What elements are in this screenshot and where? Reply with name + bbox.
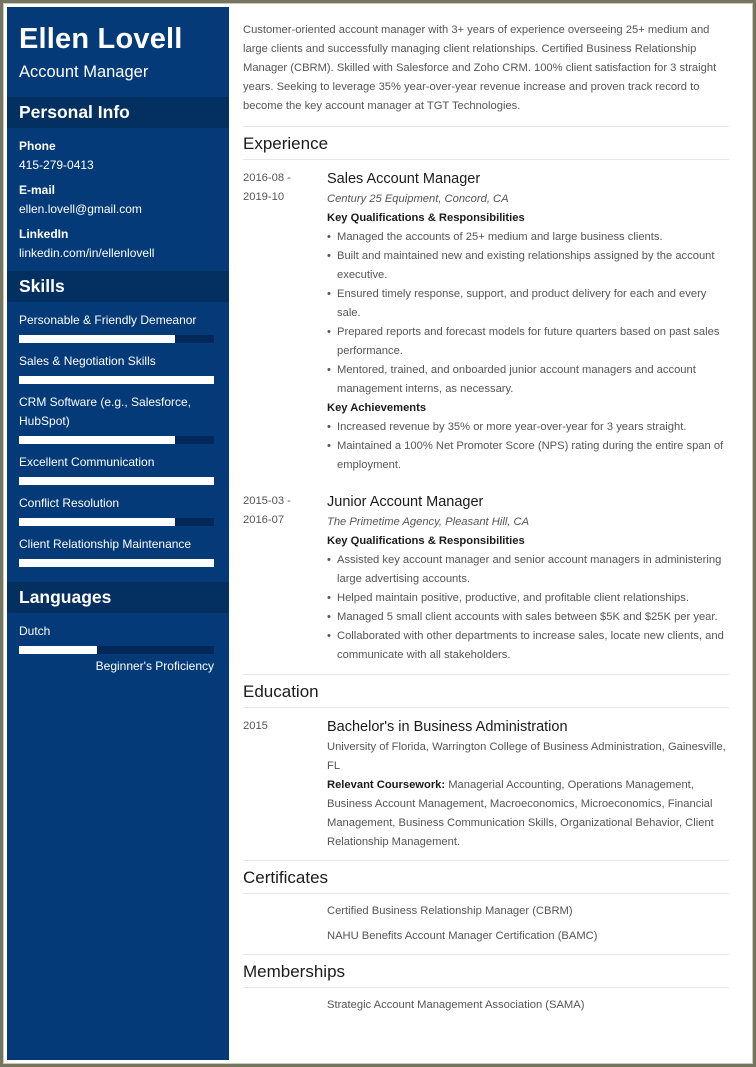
skill-item: Conflict Resolution xyxy=(19,494,217,526)
skill-bar xyxy=(19,559,214,567)
skill-bar-fill xyxy=(19,335,175,343)
languages-section: Dutch Beginner's Proficiency xyxy=(7,613,229,697)
list-item: Mentored, trained, and onboarded junior … xyxy=(327,361,729,399)
skill-bar xyxy=(19,518,214,526)
responsibilities-list: Assisted key account manager and senior … xyxy=(327,551,729,665)
main-content: Customer-oriented account manager with 3… xyxy=(229,7,749,1060)
skill-item: Client Relationship Maintenance xyxy=(19,535,217,567)
info-linkedin: LinkedIn linkedin.com/in/ellenlovell xyxy=(19,225,217,263)
skill-bar-fill xyxy=(19,477,214,485)
list-item: Managed the accounts of 25+ medium and l… xyxy=(327,228,729,247)
sidebar: Ellen Lovell Account Manager Personal In… xyxy=(7,7,229,1060)
resume-frame: Ellen Lovell Account Manager Personal In… xyxy=(3,3,753,1064)
candidate-name: Ellen Lovell xyxy=(19,23,183,55)
achievements-list: Increased revenue by 35% or more year-ov… xyxy=(327,418,729,475)
experience-entry: 2016-08 - 2019-10 Sales Account Manager … xyxy=(243,160,729,483)
experience-entry: 2015-03 - 2016-07 Junior Account Manager… xyxy=(243,483,729,675)
skill-item: Excellent Communication xyxy=(19,453,217,485)
achievements-heading: Key Achievements xyxy=(327,402,427,414)
list-item: Built and maintained new and existing re… xyxy=(327,247,729,285)
entry-body: Bachelor's in Business Administration Un… xyxy=(327,717,729,852)
skill-label: Conflict Resolution xyxy=(19,496,120,510)
info-label: LinkedIn xyxy=(19,227,69,241)
skill-item: Personable & Friendly Demeanor xyxy=(19,311,217,343)
memberships-section: Strategic Account Management Association… xyxy=(243,988,729,1023)
personal-info-heading: Personal Info xyxy=(7,97,229,128)
certificate-item: Certified Business Relationship Manager … xyxy=(327,905,573,917)
skills-heading: Skills xyxy=(7,271,229,302)
qualifications-heading: Key Qualifications & Responsibilities xyxy=(327,535,525,547)
education-heading: Education xyxy=(243,675,729,708)
skill-bar-fill xyxy=(19,436,175,444)
info-label: E-mail xyxy=(19,183,56,197)
certificate-item: NAHU Benefits Account Manager Certificat… xyxy=(327,930,598,942)
job-title: Junior Account Manager xyxy=(327,494,484,510)
email-value[interactable]: ellen.lovell@gmail.com xyxy=(19,200,217,219)
language-bar-fill xyxy=(19,646,97,654)
skill-bar xyxy=(19,477,214,485)
skill-bar xyxy=(19,376,214,384)
list-item: Collaborated with other departments to i… xyxy=(327,627,729,665)
responsibilities-list: Managed the accounts of 25+ medium and l… xyxy=(327,228,729,399)
resume-page: Ellen Lovell Account Manager Personal In… xyxy=(7,7,749,1060)
memberships-heading: Memberships xyxy=(243,955,729,988)
skill-label: Personable & Friendly Demeanor xyxy=(19,313,197,327)
list-item: Helped maintain positive, productive, an… xyxy=(327,589,729,608)
experience-heading: Experience xyxy=(243,127,729,160)
list-item: Prepared reports and forecast models for… xyxy=(327,323,729,361)
list-item: Increased revenue by 35% or more year-ov… xyxy=(327,418,729,437)
languages-heading: Languages xyxy=(7,582,229,613)
skill-bar-fill xyxy=(19,559,214,567)
entry-body: Junior Account Manager The Primetime Age… xyxy=(327,492,729,665)
list-item: Maintained a 100% Net Promoter Score (NP… xyxy=(327,437,729,475)
phone-value: 415-279-0413 xyxy=(19,158,94,172)
list-item: Ensured timely response, support, and pr… xyxy=(327,285,729,323)
language-item: Dutch Beginner's Proficiency xyxy=(19,622,217,676)
skill-label: Excellent Communication xyxy=(19,455,155,469)
coursework-label: Relevant Coursework: xyxy=(327,779,446,791)
job-company: The Primetime Agency, Pleasant Hill, CA xyxy=(327,516,530,528)
language-bar xyxy=(19,646,214,654)
date-start: 2015-03 - xyxy=(243,495,291,507)
date-end: 2019-10 xyxy=(243,191,285,203)
qualifications-heading: Key Qualifications & Responsibilities xyxy=(327,212,525,224)
entry-date: 2015-03 - 2016-07 xyxy=(243,492,327,665)
education-entry: 2015 Bachelor's in Business Administrati… xyxy=(243,708,729,861)
coursework: Relevant Coursework: Managerial Accounti… xyxy=(327,776,729,852)
list-item: Assisted key account manager and senior … xyxy=(327,551,729,589)
skills-section: Personable & Friendly Demeanor Sales & N… xyxy=(7,302,229,582)
candidate-title: Account Manager xyxy=(19,63,149,81)
job-title: Sales Account Manager xyxy=(327,171,481,187)
info-email: E-mail ellen.lovell@gmail.com xyxy=(19,181,217,219)
skill-item: Sales & Negotiation Skills xyxy=(19,352,217,384)
list-item: Managed 5 small client accounts with sal… xyxy=(327,608,729,627)
sidebar-header: Ellen Lovell Account Manager xyxy=(7,7,229,97)
entry-body: Sales Account Manager Century 25 Equipme… xyxy=(327,169,729,475)
skill-label: Sales & Negotiation Skills xyxy=(19,354,156,368)
skill-bar-fill xyxy=(19,518,175,526)
summary-text: Customer-oriented account manager with 3… xyxy=(243,21,729,127)
education-date: 2015 xyxy=(243,720,268,732)
language-label: Dutch xyxy=(19,624,51,638)
info-label: Phone xyxy=(19,139,56,153)
certificates-heading: Certificates xyxy=(243,861,729,894)
info-phone: Phone 415-279-0413 xyxy=(19,137,217,175)
date-end: 2016-07 xyxy=(243,514,285,526)
language-proficiency: Beginner's Proficiency xyxy=(95,659,214,673)
skill-item: CRM Software (e.g., Salesforce, HubSpot) xyxy=(19,393,217,444)
personal-info-section: Phone 415-279-0413 E-mail ellen.lovell@g… xyxy=(7,128,229,271)
skill-label: CRM Software (e.g., Salesforce, HubSpot) xyxy=(19,395,192,428)
skill-bar xyxy=(19,436,214,444)
degree-title: Bachelor's in Business Administration xyxy=(327,719,568,735)
skill-label: Client Relationship Maintenance xyxy=(19,537,192,551)
membership-item: Strategic Account Management Association… xyxy=(327,999,585,1011)
school-name: University of Florida, Warrington Colleg… xyxy=(327,741,726,772)
skill-bar-fill xyxy=(19,376,214,384)
job-company: Century 25 Equipment, Concord, CA xyxy=(327,193,509,205)
date-start: 2016-08 - xyxy=(243,172,291,184)
linkedin-value[interactable]: linkedin.com/in/ellenlovell xyxy=(19,244,217,263)
skill-bar xyxy=(19,335,214,343)
certificates-section: Certified Business Relationship Manager … xyxy=(243,894,729,955)
entry-date: 2016-08 - 2019-10 xyxy=(243,169,327,475)
